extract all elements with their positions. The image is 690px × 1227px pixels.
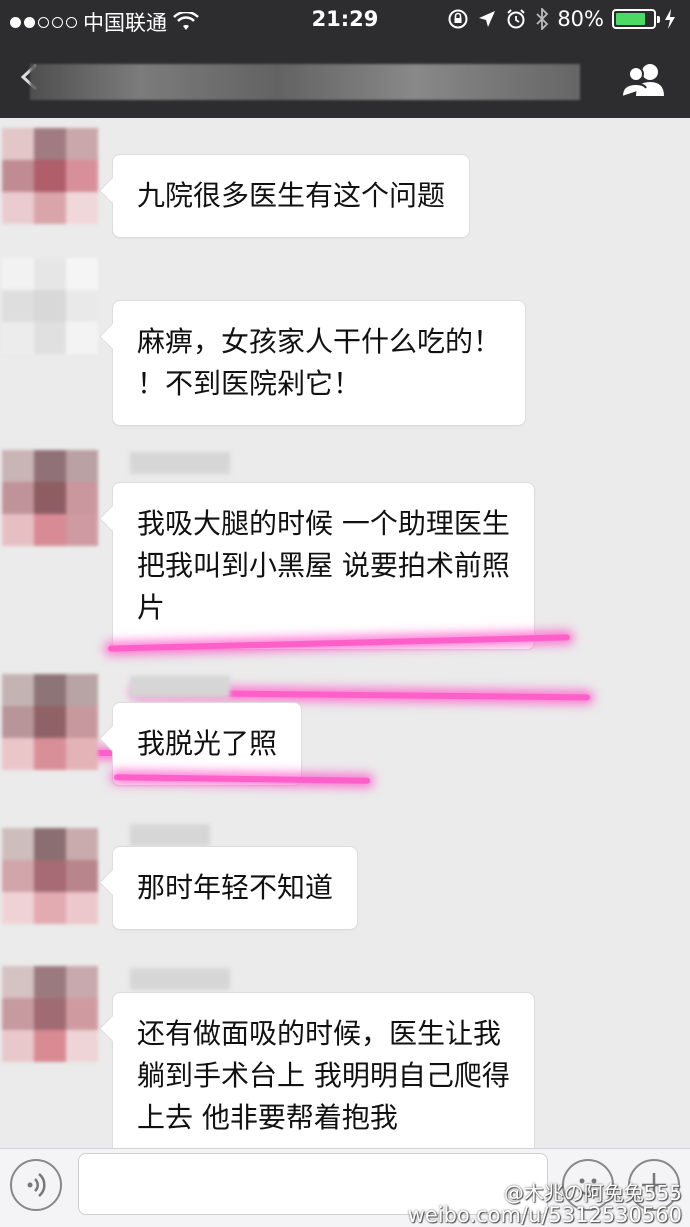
message-bubble[interactable]: 我脱光了照 [112, 702, 303, 786]
battery-fill [616, 13, 645, 25]
message-bubble[interactable]: 还有做面吸的时候，医生让我 躺到手术台上 我明明自己爬得 上去 他非要帮着抱我 [112, 992, 535, 1148]
alarm-icon [507, 9, 526, 29]
voice-wave-icon [27, 1173, 46, 1197]
battery-percent: 80% [557, 7, 604, 31]
location-arrow-icon [479, 11, 496, 27]
status-bar: 中国联通 21:29 80% [0, 0, 690, 40]
sender-avatar[interactable] [2, 258, 98, 354]
sender-avatar[interactable] [2, 128, 98, 224]
voice-input-button[interactable] [10, 1159, 62, 1211]
group-info-icon[interactable] [620, 60, 668, 100]
battery-icon [612, 9, 660, 29]
sender-avatar[interactable] [2, 828, 98, 924]
message-bubble[interactable]: 那时年轻不知道 [112, 846, 359, 930]
bluetooth-icon [536, 8, 549, 30]
status-right: 80% [447, 7, 676, 31]
sender-name-blurred [130, 676, 230, 698]
sender-avatar[interactable] [2, 450, 98, 546]
charging-bolt-icon [665, 9, 675, 29]
sender-name-blurred [130, 968, 230, 990]
chat-title-blurred [30, 64, 580, 100]
rotation-lock-icon [448, 9, 468, 29]
message-bubble[interactable]: 九院很多医生有这个问题 [112, 154, 471, 238]
sender-name-blurred [130, 452, 230, 474]
sender-avatar[interactable] [2, 674, 98, 770]
chat-input-bar: @木兆の阿兔兔555 weibo.com/u/5312530560 [0, 1148, 690, 1227]
chat-message-list[interactable]: 九院很多医生有这个问题 麻痹，女孩家人干什么吃的！ ！不到医院剁它！ 我吸大腿的… [0, 118, 690, 1148]
message-bubble[interactable]: 我吸大腿的时候 一个助理医生 把我叫到小黑屋 说要拍术前照 片 [112, 482, 535, 650]
sender-name-blurred [130, 824, 210, 846]
weibo-watermark-url: weibo.com/u/5312530560 [407, 1203, 682, 1227]
sender-avatar[interactable] [2, 966, 98, 1062]
message-bubble[interactable]: 麻痹，女孩家人干什么吃的！ ！不到医院剁它！ [112, 300, 527, 426]
chat-header [0, 40, 690, 118]
weibo-watermark-handle: @木兆の阿兔兔555 [503, 1181, 682, 1205]
